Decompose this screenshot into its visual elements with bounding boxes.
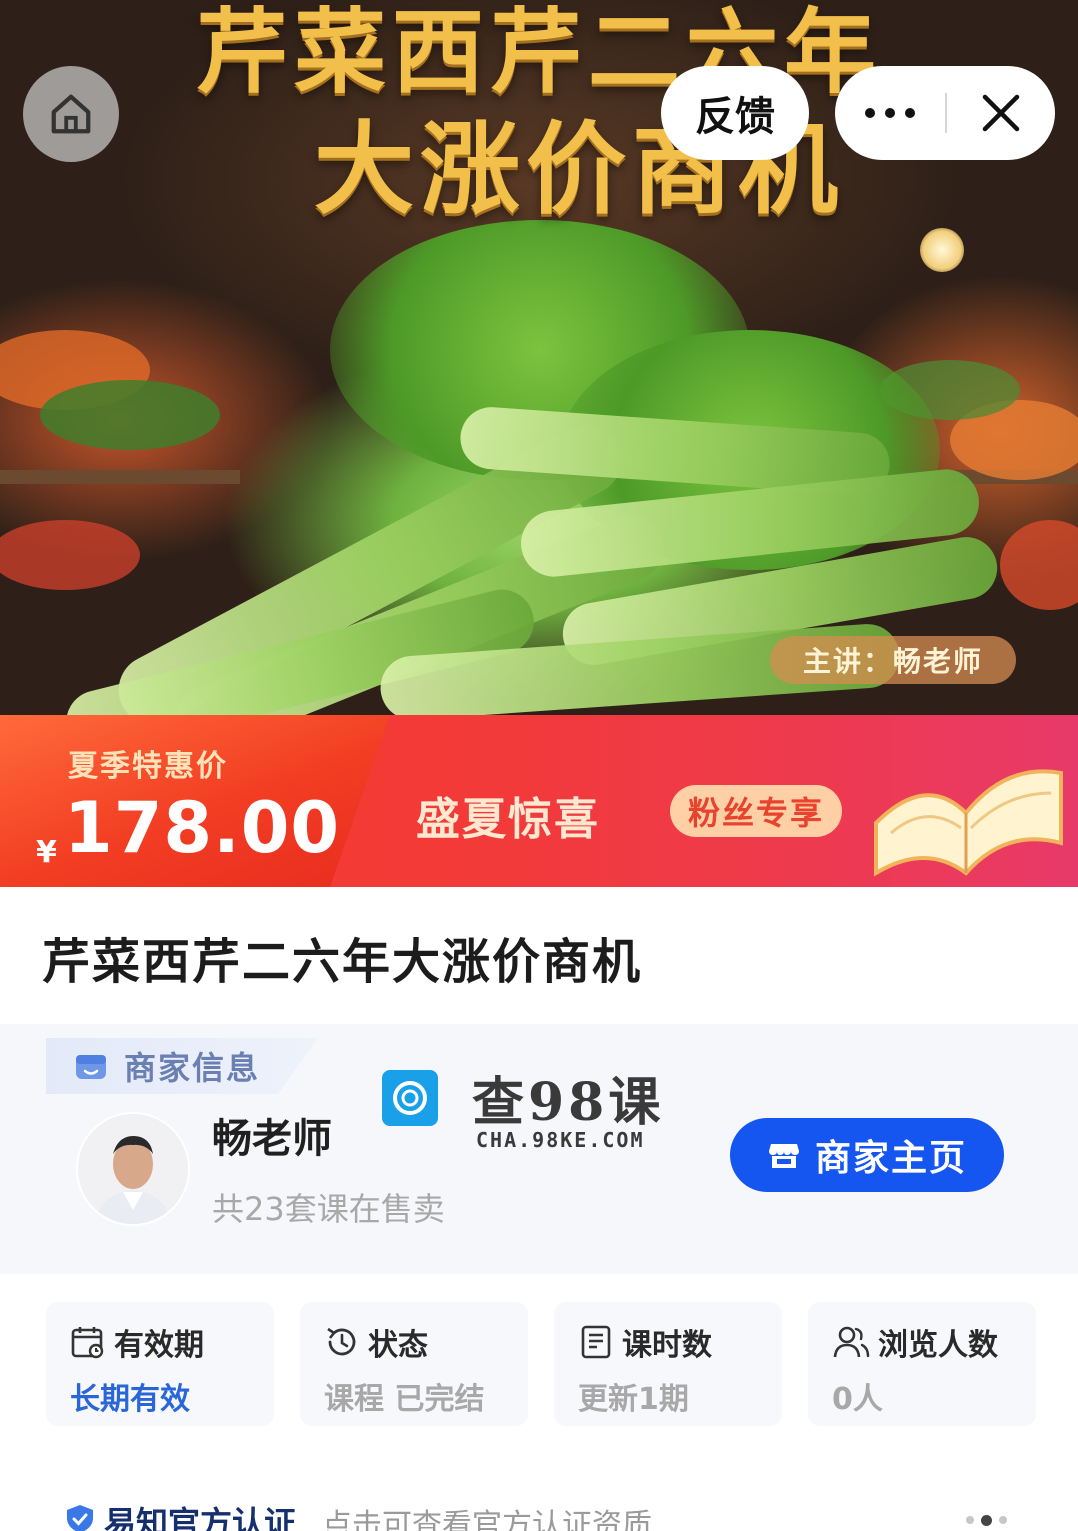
vegetable-pile — [1000, 520, 1078, 610]
merchant-home-label: 商家主页 — [814, 1138, 967, 1179]
watermark-url: CHA.98KE.COM — [476, 1128, 645, 1152]
close-icon — [982, 94, 1020, 132]
carousel-dots — [966, 1515, 1007, 1526]
market-shelf — [0, 470, 240, 484]
store-face-icon — [76, 1055, 106, 1079]
price-value: 178.00 — [64, 787, 341, 869]
open-book-icon — [874, 769, 1063, 877]
carousel-dot — [966, 1516, 974, 1524]
promo-tag: 粉丝专享 — [670, 785, 843, 837]
certification-title: 易知官方认证 — [104, 1504, 297, 1531]
close-button[interactable] — [947, 66, 1055, 160]
course-title: 芹菜西芹二六年大涨价商机 — [42, 934, 643, 990]
certification-desc: 点击可查看官方认证资质 — [322, 1508, 652, 1531]
merchant-info-label: 商家信息 — [124, 1049, 261, 1087]
stat-value: 课程 已完结 — [324, 1382, 485, 1417]
home-button[interactable] — [23, 66, 119, 162]
lamp-light — [920, 228, 964, 272]
promo-title: 盛夏惊喜 — [416, 794, 600, 845]
official-certification-row[interactable]: 易知官方认证 点击可查看官方认证资质 — [0, 1482, 1078, 1531]
stat-views: 浏览人数 0人 — [808, 1302, 1036, 1426]
history-icon — [327, 1327, 356, 1356]
users-icon — [833, 1326, 870, 1358]
stat-status: 状态 课程 已完结 — [300, 1302, 528, 1426]
stat-validity: 有效期 长期有效 — [46, 1302, 274, 1426]
vegetable-pile — [40, 380, 220, 450]
more-icon — [865, 108, 915, 118]
mini-program-capsule — [835, 66, 1055, 160]
merchant-name[interactable]: 畅老师 — [212, 1106, 332, 1164]
calendar-icon — [71, 1327, 104, 1359]
stat-label: 浏览人数 — [878, 1328, 998, 1363]
carousel-dot — [999, 1516, 1007, 1524]
home-icon — [51, 94, 91, 134]
stat-label: 状态 — [368, 1328, 428, 1363]
merchant-avatar[interactable] — [76, 1112, 190, 1226]
stat-label: 课时数 — [622, 1328, 712, 1363]
price-label: 夏季特惠价 — [68, 749, 228, 784]
lecturer-tag: 主讲：畅老师 — [770, 636, 1016, 684]
more-button[interactable] — [835, 66, 945, 160]
stat-label: 有效期 — [114, 1328, 204, 1363]
merchant-home-button[interactable]: 商家主页 — [730, 1118, 1004, 1192]
carousel-dot-active — [981, 1515, 992, 1526]
shield-check-icon — [67, 1505, 93, 1531]
stat-value: 长期有效 — [70, 1382, 190, 1417]
merchant-info-tab: 商家信息 — [46, 1038, 318, 1094]
price-banner: 夏季特惠价 ¥ 178.00 盛夏惊喜 粉丝专享 — [0, 715, 1078, 887]
price-currency: ¥ — [36, 835, 57, 870]
watermark-logo-icon — [382, 1070, 438, 1126]
vegetable-pile — [0, 520, 140, 590]
feedback-button[interactable]: 反馈 — [661, 66, 809, 160]
stat-lessons: 课时数 更新1期 — [554, 1302, 782, 1426]
stat-value: 0人 — [832, 1382, 883, 1417]
merchant-course-count: 共23套课在售卖 — [212, 1190, 445, 1228]
merchant-info-card: 商家信息 畅老师 共23套课在售卖 查98课 CHA.98KE.COM 商家主页 — [0, 1024, 1078, 1274]
teacher-portrait — [78, 1114, 188, 1224]
watermark-text: 查98课 — [472, 1072, 665, 1133]
stat-value: 更新1期 — [578, 1382, 689, 1417]
store-icon — [768, 1144, 799, 1168]
document-icon — [581, 1325, 611, 1359]
